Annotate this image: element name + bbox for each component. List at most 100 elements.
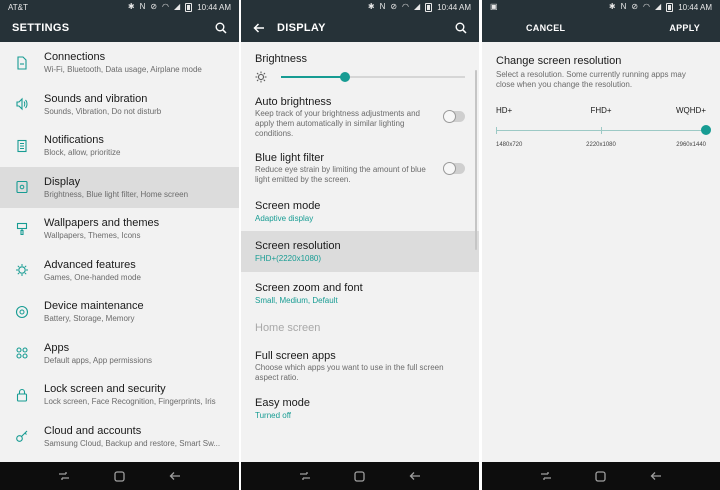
home-icon[interactable] xyxy=(354,470,366,482)
clock: 10:44 AM xyxy=(678,2,712,12)
nfc-icon: N xyxy=(379,2,386,11)
auto-brightness-desc: Keep track of your brightness adjustment… xyxy=(255,108,420,138)
back-icon[interactable] xyxy=(650,471,662,481)
status-bar: AT&T ✱ N ⊘ ◠ ◢ 10:44 AM xyxy=(0,0,239,14)
settings-item-connections[interactable]: Connections Wi-Fi, Bluetooth, Data usage,… xyxy=(0,42,239,84)
lock-icon xyxy=(0,388,44,402)
signal-icon: ◢ xyxy=(655,2,662,11)
settings-item-lock-screen-and-security[interactable]: Lock screen and security Lock screen, Fac… xyxy=(0,374,239,416)
apps-icon xyxy=(0,346,44,360)
back-arrow-icon[interactable] xyxy=(253,23,265,33)
wifi-icon: ◠ xyxy=(643,2,651,11)
brightness-icon xyxy=(255,71,267,83)
settings-item-text: Notifications Block, allow, prioritize xyxy=(44,133,239,158)
carrier-label: AT&T xyxy=(8,2,28,12)
settings-item-text: Apps Default apps, App permissions xyxy=(44,341,239,366)
screen-zoom-font-title: Screen zoom and font xyxy=(255,281,363,294)
home-icon[interactable] xyxy=(595,470,607,482)
screen-resolution-title: Screen resolution xyxy=(255,240,341,252)
auto-brightness-toggle[interactable] xyxy=(443,110,465,123)
settings-item-display[interactable]: Display Brightness, Blue light filter, Ho… xyxy=(0,166,239,208)
screen-resolution-value: FHD+(2220x1080) xyxy=(255,254,322,263)
settings-item-advanced-features[interactable]: Advanced features Games, One-handed mode xyxy=(0,250,239,292)
scrollbar[interactable] xyxy=(475,70,477,250)
settings-item-notifications[interactable]: Notifications Block, allow, prioritize xyxy=(0,125,239,167)
screen-resolution-row[interactable]: Screen resolution FHD+(2220x1080) xyxy=(241,231,479,272)
resolution-desc: Select a resolution. Some currently runn… xyxy=(496,70,686,89)
page-title: SETTINGS xyxy=(12,22,70,34)
bluetooth-icon: ✱ xyxy=(127,2,135,11)
gear-plus-icon xyxy=(0,263,44,277)
screen-mode-title: Screen mode xyxy=(255,199,321,212)
resolution-slider[interactable] xyxy=(496,125,711,136)
settings-panel: AT&T ✱ N ⊘ ◠ ◢ 10:44 AM SETTINGS Connect… xyxy=(0,0,239,490)
resolution-option-label[interactable]: HD+ xyxy=(496,106,512,115)
signal-icon: ◢ xyxy=(174,2,181,11)
settings-item-apps[interactable]: Apps Default apps, App permissions xyxy=(0,333,239,375)
back-icon[interactable] xyxy=(409,471,421,481)
resolution-tick[interactable] xyxy=(496,127,497,134)
resolution-option-label[interactable]: WQHD+ xyxy=(676,106,706,115)
easy-mode-value: Turned off xyxy=(255,410,292,420)
resolution-slider-knob[interactable] xyxy=(701,125,711,135)
settings-item-subtitle: Wi-Fi, Bluetooth, Data usage, Airplane m… xyxy=(44,65,202,75)
search-icon[interactable] xyxy=(455,22,467,34)
resolution-tick[interactable] xyxy=(601,127,602,134)
signal-icon: ◢ xyxy=(414,2,421,11)
maintenance-icon xyxy=(0,305,44,319)
easy-mode-row[interactable]: Easy mode Turned off xyxy=(241,390,479,426)
settings-item-device-maintenance[interactable]: Device maintenance Battery, Storage, Memo… xyxy=(0,291,239,333)
screen-zoom-font-value: Small, Medium, Default xyxy=(255,295,338,305)
screen-zoom-font-row[interactable]: Screen zoom and font Small, Medium, Defa… xyxy=(241,272,479,314)
battery-icon xyxy=(666,2,674,12)
sound-icon xyxy=(0,97,44,111)
settings-item-cloud-and-accounts[interactable]: Cloud and accounts Samsung Cloud, Backup … xyxy=(0,416,239,458)
settings-item-subtitle: Battery, Storage, Memory xyxy=(44,314,135,324)
recents-icon[interactable] xyxy=(540,471,552,481)
settings-item-title: Notifications xyxy=(44,134,104,147)
settings-item-text: Advanced features Games, One-handed mode xyxy=(44,258,239,283)
home-icon[interactable] xyxy=(114,470,125,482)
clock: 10:44 AM xyxy=(197,2,231,12)
settings-item-title: Apps xyxy=(44,341,70,354)
blue-light-filter-toggle[interactable] xyxy=(443,161,465,175)
resolution-body: Change screen resolution Select a resolu… xyxy=(482,42,720,154)
settings-item-title: Wallpapers and themes xyxy=(44,217,160,230)
brightness-slider-knob[interactable] xyxy=(340,72,351,82)
full-screen-apps-row[interactable]: Full screen apps Choose which apps you w… xyxy=(241,342,479,390)
nav-bar xyxy=(241,462,479,490)
full-screen-apps-desc: Choose which apps you want to use in the… xyxy=(255,363,444,382)
cancel-button[interactable]: CANCEL xyxy=(526,23,565,33)
screen-mode-row[interactable]: Screen mode Adaptive display xyxy=(241,191,479,231)
blue-light-filter-title: Blue light filter xyxy=(255,152,325,164)
settings-item-text: Cloud and accounts Samsung Cloud, Backup … xyxy=(44,424,239,449)
settings-item-subtitle: Sounds, Vibration, Do not disturb xyxy=(44,106,162,116)
recents-icon[interactable] xyxy=(299,471,311,481)
brightness-slider-row xyxy=(255,66,465,88)
nav-bar xyxy=(0,462,239,490)
settings-item-title: Lock screen and security xyxy=(44,383,166,396)
blue-light-filter-desc: Reduce eye strain by limiting the amount… xyxy=(255,165,426,184)
brightness-label: Brightness xyxy=(255,53,307,65)
recents-icon[interactable] xyxy=(58,471,70,481)
settings-item-title: Sounds and vibration xyxy=(44,92,148,105)
search-icon[interactable] xyxy=(215,22,227,34)
settings-item-wallpapers-and-themes[interactable]: Wallpapers and themes Wallpapers, Themes,… xyxy=(0,208,239,250)
settings-item-title: Connections xyxy=(44,51,106,64)
settings-item-text: Display Brightness, Blue light filter, Ho… xyxy=(44,175,239,200)
settings-item-title: Cloud and accounts xyxy=(44,424,142,437)
back-icon[interactable] xyxy=(169,471,181,481)
brightness-slider-fill xyxy=(281,76,346,78)
settings-item-sounds-and-vibration[interactable]: Sounds and vibration Sounds, Vibration, D… xyxy=(0,84,239,126)
settings-item-text: Connections Wi-Fi, Bluetooth, Data usage,… xyxy=(44,50,239,75)
wifi-icon: ◠ xyxy=(162,2,170,11)
bluetooth-icon: ✱ xyxy=(367,2,375,11)
full-screen-apps-title: Full screen apps xyxy=(255,350,336,362)
blue-light-filter-row[interactable]: Blue light filter Reduce eye strain by l… xyxy=(241,145,479,191)
resolution-option-label[interactable]: FHD+ xyxy=(590,106,611,115)
apply-button[interactable]: APPLY xyxy=(669,23,700,33)
auto-brightness-row[interactable]: Auto brightness Keep track of your brigh… xyxy=(241,88,479,145)
brightness-slider[interactable] xyxy=(281,72,465,82)
settings-item-subtitle: Samsung Cloud, Backup and restore, Smart… xyxy=(44,438,221,448)
settings-item-text: Lock screen and security Lock screen, Fac… xyxy=(44,382,239,407)
